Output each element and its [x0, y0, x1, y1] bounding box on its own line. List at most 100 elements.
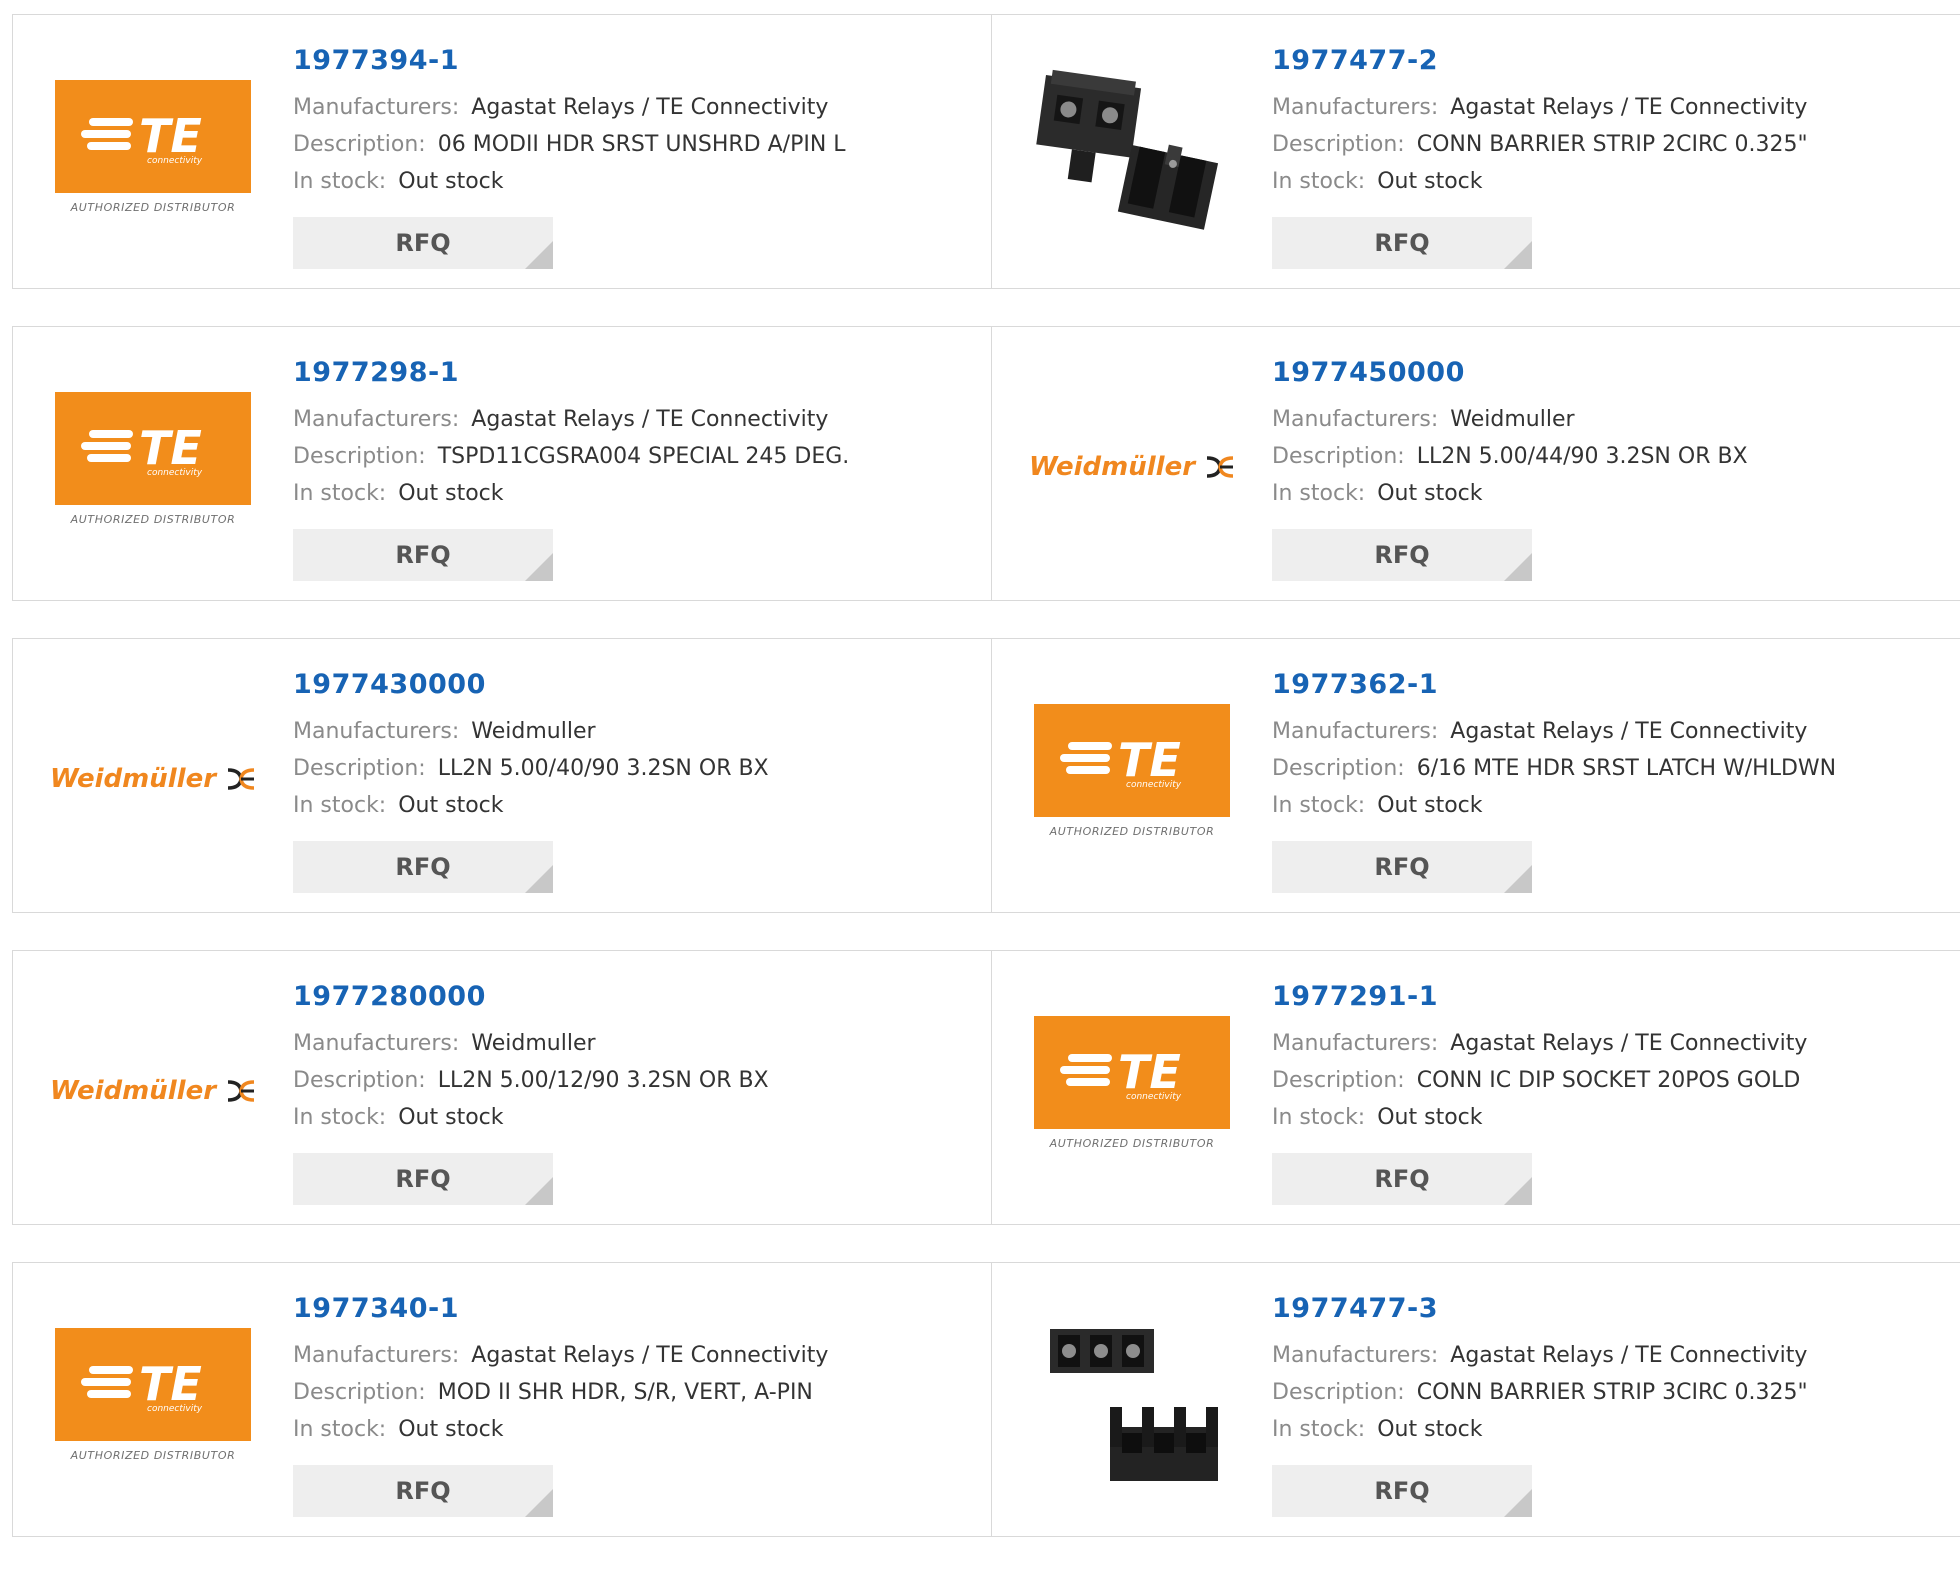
manufacturer-value: Weidmuller [471, 1031, 596, 1056]
part-number-link[interactable]: 1977430000 [293, 669, 769, 703]
corner-decoration [1504, 553, 1532, 581]
rfq-label: RFQ [1374, 1477, 1430, 1505]
rfq-label: RFQ [395, 229, 451, 257]
product-image[interactable] [1032, 1303, 1232, 1503]
product-card: Weidmüller 1977430000 Manufacturers: Weidm… [13, 639, 991, 912]
te-connectivity-text: connectivity [147, 1404, 203, 1414]
rfq-button[interactable]: RFQ [293, 1153, 553, 1205]
rfq-label: RFQ [395, 853, 451, 881]
rfq-button[interactable]: RFQ [293, 529, 553, 581]
te-connectivity-text: connectivity [1126, 1092, 1182, 1102]
rfq-button[interactable]: RFQ [1272, 1465, 1532, 1517]
stock-line: In stock: Out stock [1272, 475, 1748, 512]
stock-label: In stock: [293, 481, 387, 506]
product-image[interactable]: TE connectivity AUTHORIZED DISTRIBUTOR [53, 1303, 253, 1503]
rfq-button[interactable]: RFQ [293, 217, 553, 269]
product-image[interactable]: Weidmüller [1029, 367, 1234, 567]
rfq-label: RFQ [1374, 541, 1430, 569]
stock-value: Out stock [398, 1417, 504, 1442]
stock-label: In stock: [1272, 1105, 1366, 1130]
svg-text:TE: TE [1118, 1045, 1181, 1096]
weidmuller-mark-icon [1206, 456, 1234, 478]
product-card: Weidmüller 1977450000 Manufacturers: Weidm… [991, 327, 1960, 600]
manufacturer-label: Manufacturers: [293, 1031, 460, 1056]
part-number-link[interactable]: 1977394-1 [293, 45, 846, 79]
part-number-link[interactable]: 1977477-2 [1272, 45, 1808, 79]
rfq-button[interactable]: RFQ [1272, 841, 1532, 893]
stock-value: Out stock [1377, 169, 1483, 194]
te-mark-icon: TE [1060, 733, 1181, 784]
manufacturer-line: Manufacturers: Agastat Relays / TE Connec… [293, 1337, 828, 1374]
manufacturer-line: Manufacturers: Agastat Relays / TE Connec… [1272, 1025, 1807, 1062]
svg-text:TE: TE [139, 421, 202, 472]
manufacturer-label: Manufacturers: [293, 95, 460, 120]
svg-text:TE: TE [139, 1357, 202, 1408]
description-line: Description: CONN IC DIP SOCKET 20POS GOL… [1272, 1062, 1807, 1099]
manufacturer-line: Manufacturers: Agastat Relays / TE Connec… [293, 89, 846, 126]
stock-label: In stock: [293, 1417, 387, 1442]
part-number-link[interactable]: 1977362-1 [1272, 669, 1836, 703]
manufacturer-label: Manufacturers: [1272, 407, 1439, 432]
manufacturer-line: Manufacturers: Agastat Relays / TE Connec… [293, 401, 849, 438]
part-number-link[interactable]: 1977340-1 [293, 1293, 828, 1327]
product-image[interactable]: TE connectivity AUTHORIZED DISTRIBUTOR [1032, 679, 1232, 879]
product-card: TE connectivity AUTHORIZED DISTRIBUTOR 1… [991, 951, 1960, 1224]
rfq-button[interactable]: RFQ [293, 1465, 553, 1517]
svg-text:TE: TE [1118, 733, 1181, 784]
stock-line: In stock: Out stock [1272, 1099, 1807, 1136]
manufacturer-label: Manufacturers: [1272, 1343, 1439, 1368]
description-line: Description: CONN BARRIER STRIP 3CIRC 0.3… [1272, 1374, 1808, 1411]
manufacturer-line: Manufacturers: Weidmuller [293, 713, 769, 750]
rfq-label: RFQ [395, 541, 451, 569]
rfq-button[interactable]: RFQ [1272, 1153, 1532, 1205]
rfq-button[interactable]: RFQ [1272, 529, 1532, 581]
product-image[interactable]: Weidmüller [50, 991, 256, 1191]
product-image[interactable]: TE connectivity AUTHORIZED DISTRIBUTOR [1032, 991, 1232, 1191]
te-mark-icon: TE [81, 421, 202, 472]
description-value: CONN IC DIP SOCKET 20POS GOLD [1416, 1068, 1801, 1093]
product-image[interactable]: TE connectivity AUTHORIZED DISTRIBUTOR [53, 367, 253, 567]
authorized-distributor-text: AUTHORIZED DISTRIBUTOR [70, 1449, 236, 1462]
description-line: Description: MOD II SHR HDR, S/R, VERT, A… [293, 1374, 828, 1411]
product-row: Weidmüller 1977430000 Manufacturers: Weidm… [12, 638, 1960, 913]
product-info: 1977362-1 Manufacturers: Agastat Relays / … [1272, 669, 1836, 824]
part-number-link[interactable]: 1977477-3 [1272, 1293, 1808, 1327]
product-info: 1977280000 Manufacturers: Weidmuller Descri… [293, 981, 769, 1136]
manufacturer-value: Agastat Relays / TE Connectivity [471, 95, 829, 120]
description-label: Description: [293, 1068, 426, 1093]
description-line: Description: 06 MODII HDR SRST UNSHRD A/P… [293, 126, 846, 163]
weidmuller-wordmark: Weidmüller [49, 1076, 217, 1106]
manufacturer-value: Weidmuller [471, 719, 596, 744]
stock-line: In stock: Out stock [293, 475, 849, 512]
product-image[interactable]: TE connectivity AUTHORIZED DISTRIBUTOR [53, 55, 253, 255]
description-value: LL2N 5.00/40/90 3.2SN OR BX [437, 756, 769, 781]
weidmuller-logo: Weidmüller [50, 1076, 256, 1106]
part-number-link[interactable]: 1977291-1 [1272, 981, 1807, 1015]
te-connectivity-text: connectivity [147, 156, 203, 166]
part-number-link[interactable]: 1977280000 [293, 981, 769, 1015]
product-info: 1977477-2 Manufacturers: Agastat Relays / … [1272, 45, 1808, 200]
rfq-button[interactable]: RFQ [293, 841, 553, 893]
product-card: 1977477-2 Manufacturers: Agastat Relays / … [991, 15, 1960, 288]
manufacturer-label: Manufacturers: [1272, 1031, 1439, 1056]
stock-label: In stock: [1272, 481, 1366, 506]
weidmuller-wordmark: Weidmüller [49, 764, 217, 794]
rfq-button[interactable]: RFQ [1272, 217, 1532, 269]
product-image[interactable] [1032, 55, 1232, 255]
description-label: Description: [1272, 756, 1405, 781]
stock-line: In stock: Out stock [293, 1099, 769, 1136]
stock-value: Out stock [398, 1105, 504, 1130]
stock-label: In stock: [1272, 1417, 1366, 1442]
te-connectivity-logo: TE connectivity AUTHORIZED DISTRIBUTOR [55, 392, 251, 542]
weidmuller-logo: Weidmüller [50, 764, 256, 794]
part-number-link[interactable]: 1977298-1 [293, 357, 849, 391]
manufacturer-line: Manufacturers: Agastat Relays / TE Connec… [1272, 713, 1836, 750]
corner-decoration [1504, 1489, 1532, 1517]
rfq-label: RFQ [395, 1165, 451, 1193]
product-image[interactable]: Weidmüller [50, 679, 256, 879]
te-mark-icon: TE [81, 109, 202, 160]
description-value: 6/16 MTE HDR SRST LATCH W/HLDWN [1416, 756, 1837, 781]
corner-decoration [525, 1489, 553, 1517]
part-number-link[interactable]: 1977450000 [1272, 357, 1748, 391]
stock-line: In stock: Out stock [293, 1411, 828, 1448]
